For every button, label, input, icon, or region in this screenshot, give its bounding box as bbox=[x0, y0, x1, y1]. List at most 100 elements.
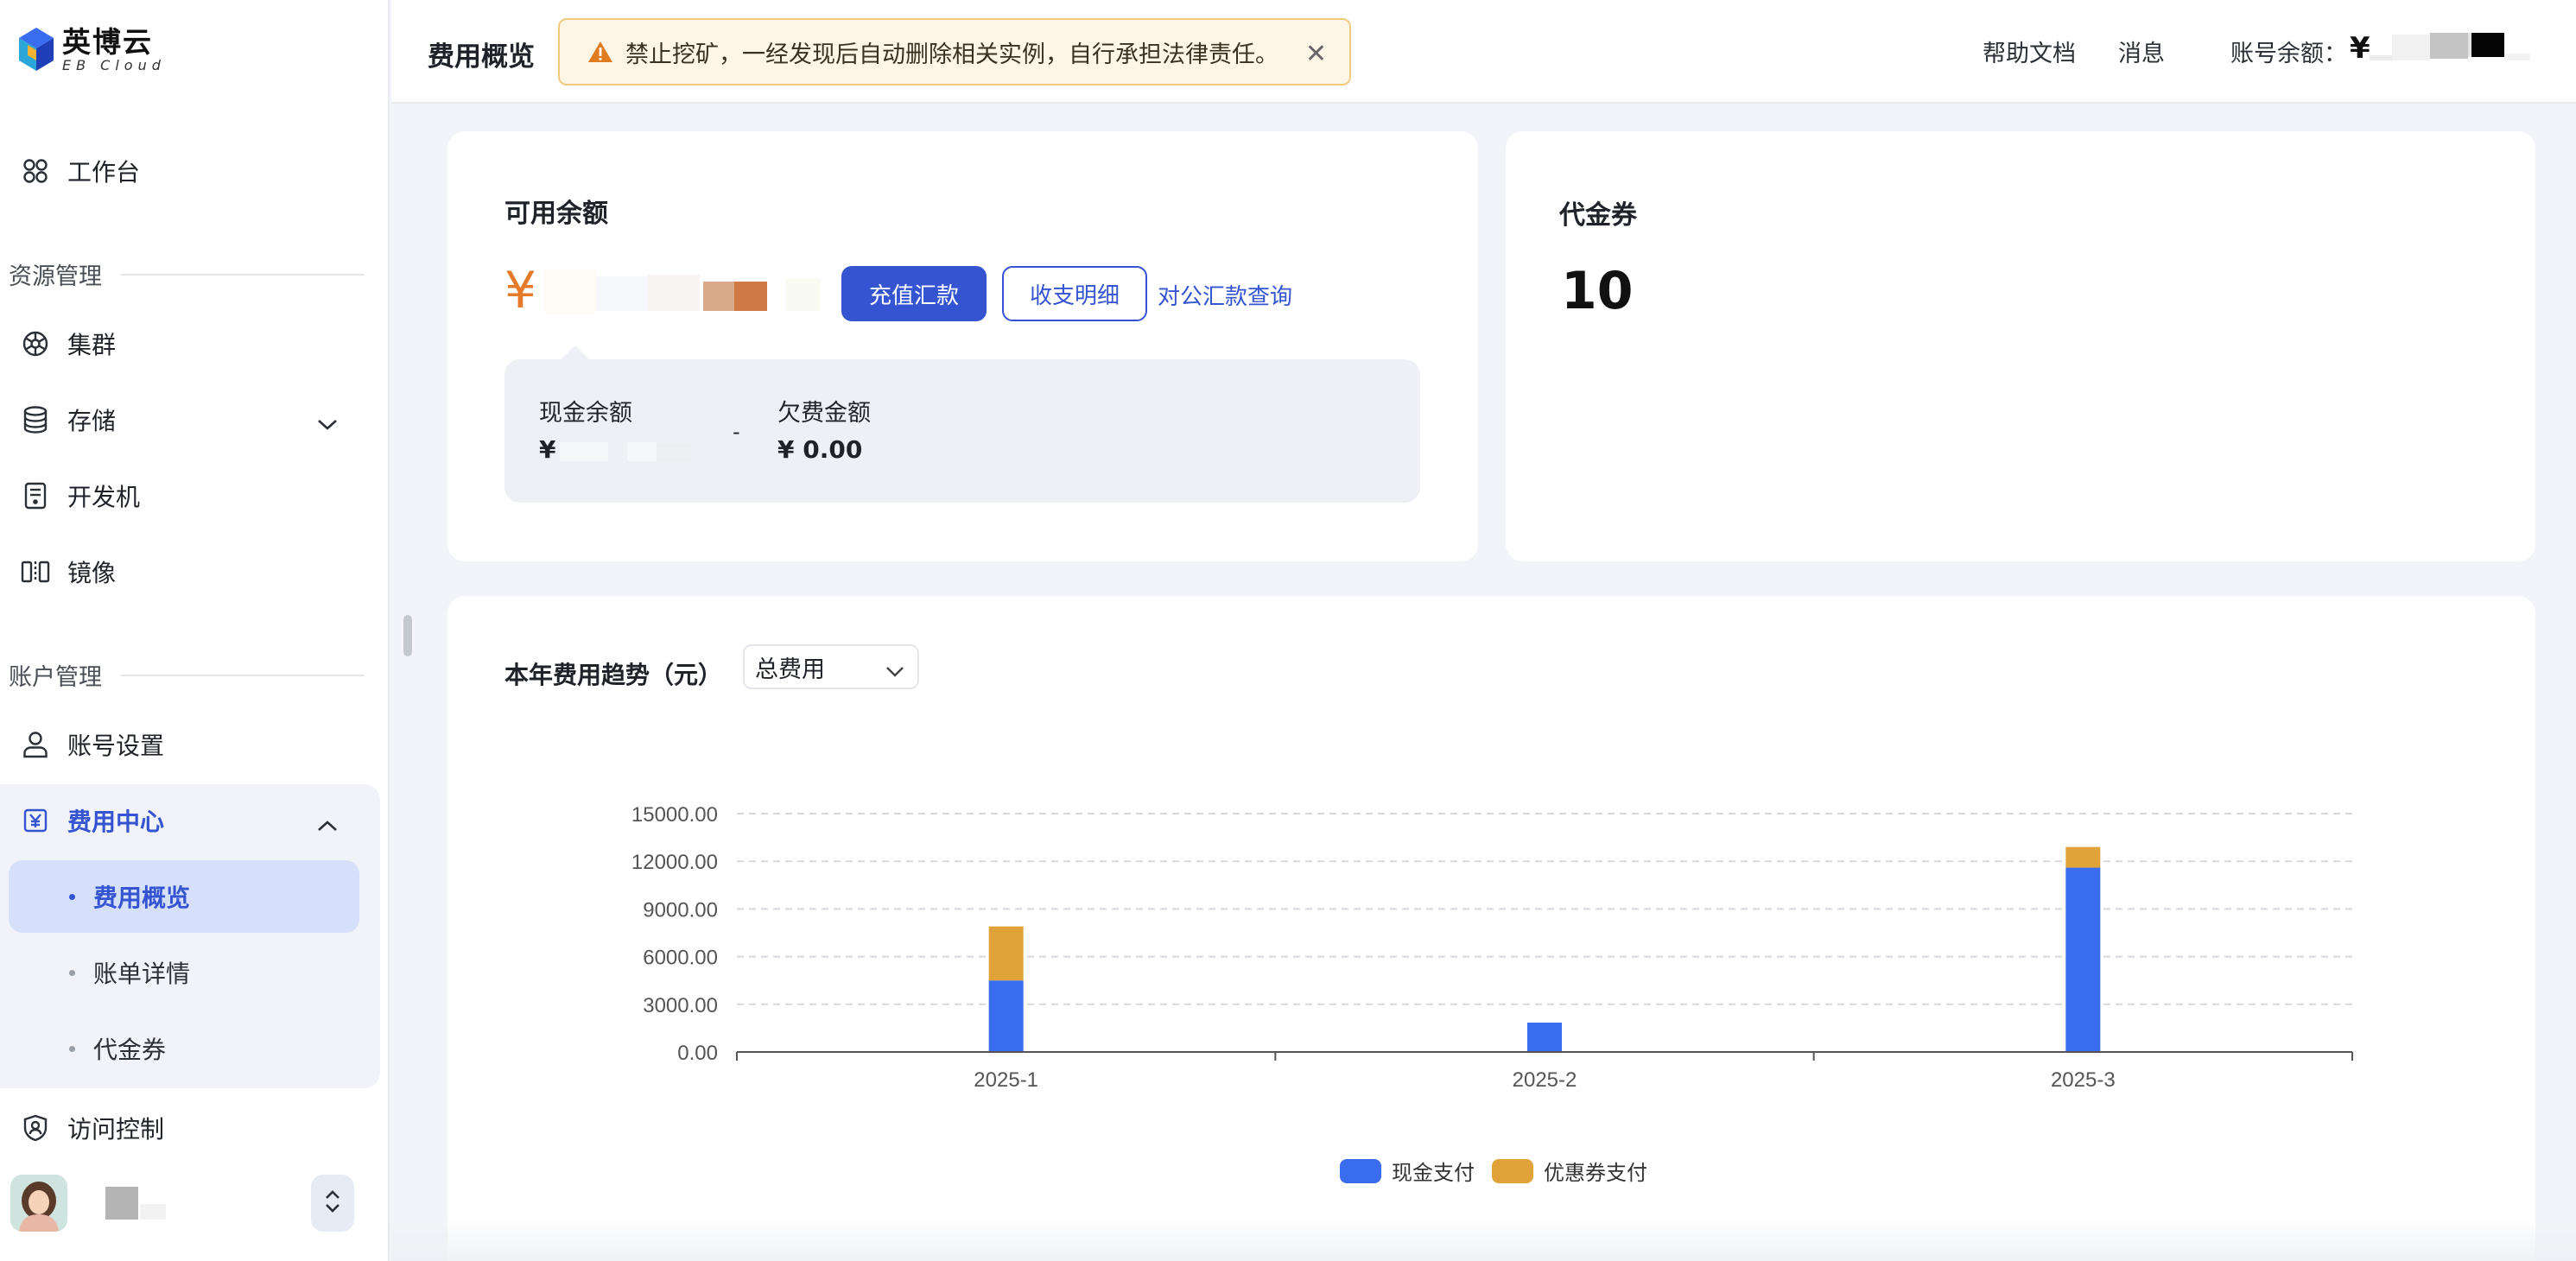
account-balance-redacted bbox=[2370, 33, 2530, 60]
bar-cash-payment bbox=[1527, 1022, 1562, 1052]
sidebar-item-fee-center[interactable]: 费用中心 bbox=[9, 784, 373, 857]
sidebar-subitem-fee-overview[interactable]: 费用概览 bbox=[9, 860, 359, 933]
section-account-management: 账户管理 bbox=[9, 658, 365, 692]
bar-cash-payment bbox=[2065, 867, 2101, 1052]
arrears-label: 欠费金额 bbox=[777, 400, 871, 427]
y-tick-label: 3000.00 bbox=[643, 994, 718, 1017]
arrears-value: ¥ 0.00 bbox=[777, 435, 863, 464]
section-label: 账户管理 bbox=[9, 664, 102, 691]
sidebar-item-account-settings[interactable]: 账号设置 bbox=[9, 708, 373, 781]
bullet-icon bbox=[69, 1045, 75, 1052]
sidebar-subitem-vouchers[interactable]: 代金券 bbox=[9, 1012, 359, 1085]
warning-icon bbox=[587, 40, 613, 64]
bar-coupon-payment bbox=[2065, 846, 2101, 868]
transaction-details-button[interactable]: 收支明细 bbox=[1002, 266, 1147, 321]
cash-balance-label: 现金余额 bbox=[539, 400, 632, 427]
account-balance-label: 账号余额： bbox=[2230, 41, 2347, 67]
cluster-icon bbox=[21, 329, 50, 358]
account-balance-currency: ¥ bbox=[2350, 31, 2370, 66]
sidebar-item-label: 费用中心 bbox=[67, 808, 165, 836]
bar-coupon-payment bbox=[988, 926, 1024, 981]
sidebar-subitem-label: 费用概览 bbox=[93, 884, 191, 912]
separator: - bbox=[733, 420, 740, 444]
voucher-count: 10 bbox=[1561, 261, 1634, 321]
cash-balance-redacted bbox=[560, 442, 691, 461]
sidebar-item-cluster[interactable]: 集群 bbox=[9, 307, 373, 380]
database-icon bbox=[21, 405, 50, 434]
page-title: 费用概览 bbox=[428, 41, 535, 73]
sidebar-item-image[interactable]: 镜像 bbox=[9, 535, 373, 608]
sidebar-item-label: 集群 bbox=[67, 331, 117, 359]
warning-alert: 禁止挖矿，一经发现后自动删除相关实例，自行承担法律责任。 ✕ bbox=[558, 18, 1351, 86]
grid-icon bbox=[21, 156, 50, 186]
voucher-card: 代金券 10 bbox=[1506, 131, 2535, 561]
section-resource-management: 资源管理 bbox=[9, 257, 365, 291]
cash-balance-currency: ¥ bbox=[539, 435, 556, 464]
sidebar-subitem-bill-details[interactable]: 账单详情 bbox=[9, 936, 359, 1009]
sidebar-item-label: 存储 bbox=[67, 407, 117, 435]
card-title: 可用余额 bbox=[504, 199, 608, 229]
account-switch-button[interactable] bbox=[311, 1175, 354, 1232]
y-tick-label: 6000.00 bbox=[643, 947, 718, 970]
bullet-icon bbox=[69, 893, 75, 900]
available-balance-card: 可用余额 ¥ 充值汇款 收支明细 对公汇款查询 现金余额 ¥ - 欠费金额 ¥ … bbox=[447, 131, 1478, 561]
logo[interactable]: 英博云 EB Cloud bbox=[17, 24, 166, 76]
y-tick-label: 0.00 bbox=[677, 1042, 718, 1065]
balance-currency: ¥ bbox=[504, 261, 536, 320]
y-tick-label: 15000.00 bbox=[631, 803, 718, 827]
x-tick-label: 2025-2 bbox=[1513, 1068, 1577, 1092]
sidebar-item-label: 工作台 bbox=[67, 158, 141, 187]
sidebar-item-dev-machine[interactable]: 开发机 bbox=[9, 459, 373, 532]
logo-mark-icon bbox=[17, 26, 55, 74]
chevron-down-icon bbox=[316, 409, 339, 438]
x-tick-label: 2025-1 bbox=[974, 1068, 1038, 1092]
alert-text: 禁止挖矿，一经发现后自动删除相关实例，自行承担法律责任。 bbox=[625, 41, 1278, 68]
devmachine-icon bbox=[21, 481, 50, 510]
fee-trend-chart: 0.00 3000.00 6000.00 9000.00 12000.00 15000.0… bbox=[631, 803, 2353, 1185]
sidebar-item-access-control[interactable]: 访问控制 bbox=[9, 1092, 373, 1164]
shield-user-icon bbox=[21, 1113, 50, 1143]
messages-link[interactable]: 消息 bbox=[2118, 35, 2165, 68]
bullet-icon bbox=[69, 969, 75, 976]
legend-label-coupon: 优惠券支付 bbox=[1544, 1162, 1647, 1185]
user-row bbox=[0, 1168, 390, 1237]
sidebar-item-label: 访问控制 bbox=[67, 1115, 165, 1144]
balance-amount-redacted bbox=[544, 269, 821, 314]
legend-swatch-coupon bbox=[1492, 1159, 1533, 1183]
sidebar-item-label: 镜像 bbox=[67, 559, 117, 587]
sidebar-item-label: 开发机 bbox=[67, 483, 141, 511]
yen-icon bbox=[21, 806, 50, 835]
legend-swatch-cash bbox=[1340, 1159, 1381, 1183]
card-title: 代金券 bbox=[1559, 200, 1637, 231]
corporate-transfer-query-link[interactable]: 对公汇款查询 bbox=[1158, 279, 1292, 311]
y-tick-label: 9000.00 bbox=[643, 898, 718, 922]
close-icon[interactable]: ✕ bbox=[1305, 39, 1327, 69]
balance-breakdown-panel: 现金余额 ¥ - 欠费金额 ¥ 0.00 bbox=[504, 359, 1420, 503]
chevron-up-down-icon bbox=[323, 1188, 342, 1219]
recharge-button[interactable]: 充值汇款 bbox=[841, 266, 987, 321]
sidebar-item-workbench[interactable]: 工作台 bbox=[9, 135, 373, 207]
bubble-arrow bbox=[562, 345, 589, 359]
image-icon bbox=[21, 557, 50, 586]
y-tick-label: 12000.00 bbox=[631, 851, 718, 874]
sidebar: 英博云 EB Cloud 工作台 资源管理 集群 存储 开发机 镜像 账户管理 … bbox=[0, 0, 390, 1261]
bottom-fade bbox=[391, 1218, 2576, 1261]
user-name-redacted bbox=[105, 1187, 171, 1220]
bar-cash-payment bbox=[988, 980, 1024, 1052]
logo-name-cn: 英博云 bbox=[62, 25, 153, 59]
section-label: 资源管理 bbox=[9, 263, 102, 290]
sidebar-subitem-label: 账单详情 bbox=[93, 960, 191, 988]
sidebar-collapse-handle[interactable] bbox=[403, 615, 412, 656]
user-icon bbox=[21, 730, 50, 759]
sidebar-item-label: 账号设置 bbox=[67, 732, 165, 760]
legend-label-cash: 现金支付 bbox=[1392, 1162, 1475, 1185]
sidebar-subitem-label: 代金券 bbox=[93, 1036, 167, 1064]
top-header: 费用概览 禁止挖矿，一经发现后自动删除相关实例，自行承担法律责任。 ✕ 帮助文档… bbox=[391, 0, 2576, 104]
x-tick-label: 2025-3 bbox=[2051, 1068, 2116, 1092]
sidebar-item-storage[interactable]: 存储 bbox=[9, 383, 373, 456]
help-docs-link[interactable]: 帮助文档 bbox=[1983, 35, 2076, 68]
avatar[interactable] bbox=[10, 1175, 67, 1232]
logo-name-en: EB Cloud bbox=[62, 57, 166, 73]
fee-trend-card: 本年费用趋势（元） 总费用 0.00 3000.00 6000.00 9000.00 1… bbox=[447, 596, 2535, 1261]
chevron-up-icon bbox=[316, 810, 339, 839]
